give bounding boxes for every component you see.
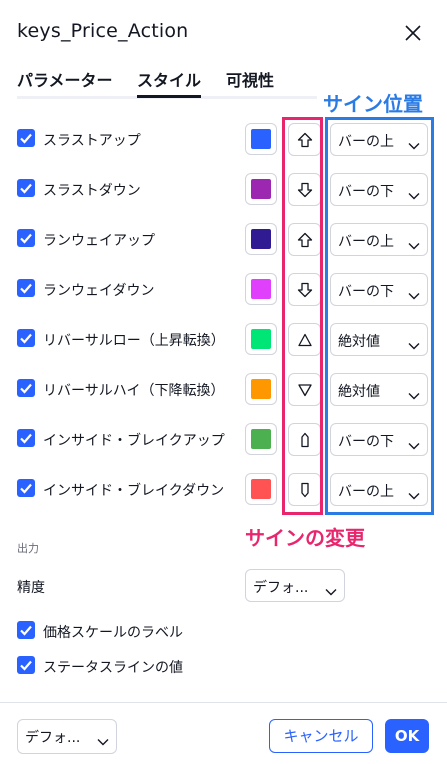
color-swatch-button[interactable]	[245, 223, 277, 255]
price-scale-label-checkbox[interactable]	[17, 621, 35, 639]
color-swatch	[251, 429, 271, 449]
color-swatch-button[interactable]	[245, 123, 277, 155]
color-swatch-button[interactable]	[245, 373, 277, 405]
active-tab-indicator	[137, 95, 201, 98]
price-scale-label-text: 価格スケールのラベル	[43, 625, 183, 641]
tab-visibility[interactable]: 可視性	[226, 67, 274, 91]
row-checkbox[interactable]	[17, 229, 35, 247]
color-swatch-button[interactable]	[245, 473, 277, 505]
row-label: インサイド・ブレイクダウン	[43, 483, 225, 499]
color-swatch-button[interactable]	[245, 323, 277, 355]
row-checkbox[interactable]	[17, 179, 35, 197]
row-checkbox[interactable]	[17, 329, 35, 347]
precision-select[interactable]: デフォ...	[245, 569, 345, 602]
position-highlight-box	[325, 117, 434, 515]
tab-parameters[interactable]: パラメーター	[17, 67, 113, 91]
color-swatch-button[interactable]	[245, 273, 277, 305]
cancel-button[interactable]: キャンセル	[269, 719, 373, 753]
dialog-title: keys_Price_Action	[17, 20, 189, 42]
precision-value: デフォ...	[253, 580, 309, 596]
footer-divider	[0, 702, 447, 703]
ok-button[interactable]: OK	[385, 719, 429, 753]
status-line-value-checkbox[interactable]	[17, 656, 35, 674]
output-section-title: 出力	[17, 542, 39, 555]
chevron-down-icon	[325, 581, 337, 600]
color-swatch	[251, 279, 271, 299]
tab-style[interactable]: スタイル	[137, 67, 201, 91]
row-label: リバーサルロー（上昇転換）	[43, 333, 225, 349]
color-swatch	[251, 129, 271, 149]
row-label: ランウェイアップ	[43, 233, 155, 249]
color-swatch-button[interactable]	[245, 423, 277, 455]
row-checkbox[interactable]	[17, 129, 35, 147]
shape-highlight-box	[282, 117, 323, 515]
template-select[interactable]: デフォ...	[17, 719, 117, 754]
color-swatch-button[interactable]	[245, 173, 277, 205]
annotation-position-label: サイン位置	[323, 92, 423, 116]
row-label: スラストアップ	[43, 133, 141, 149]
row-checkbox[interactable]	[17, 279, 35, 297]
annotation-shape-label: サインの変更	[245, 526, 365, 550]
row-label: ランウェイダウン	[43, 283, 155, 299]
row-checkbox[interactable]	[17, 429, 35, 447]
status-line-value-text: ステータスラインの値	[43, 660, 183, 676]
close-icon[interactable]	[403, 23, 423, 43]
precision-label: 精度	[17, 580, 45, 596]
row-checkbox[interactable]	[17, 479, 35, 497]
color-swatch	[251, 329, 271, 349]
row-checkbox[interactable]	[17, 379, 35, 397]
color-swatch	[251, 229, 271, 249]
row-label: リバーサルハイ（下降転換）	[43, 383, 225, 399]
chevron-down-icon	[97, 731, 109, 750]
row-label: スラストダウン	[43, 183, 141, 199]
color-swatch	[251, 179, 271, 199]
color-swatch	[251, 379, 271, 399]
row-label: インサイド・ブレイクアップ	[43, 433, 225, 449]
color-swatch	[251, 479, 271, 499]
template-value: デフォ...	[25, 730, 81, 746]
